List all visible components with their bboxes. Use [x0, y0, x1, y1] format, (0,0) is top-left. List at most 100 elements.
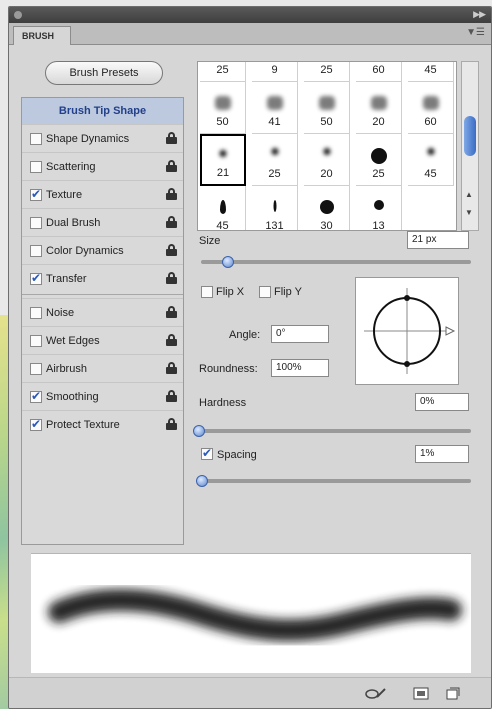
new-brush-icon[interactable] — [445, 687, 461, 700]
brush-tip-45[interactable]: 45 — [408, 134, 454, 186]
brush-tip-9[interactable]: 9 — [252, 62, 298, 82]
brush-size-label: 131 — [265, 220, 284, 231]
option-shape-dynamics[interactable]: Shape Dynamics — [22, 124, 183, 152]
brush-tip-25[interactable]: 25 — [200, 62, 246, 82]
flip-y-checkbox[interactable] — [259, 286, 271, 298]
brush-tip-25[interactable]: 25 — [356, 134, 402, 186]
close-icon[interactable] — [14, 11, 22, 19]
brush-shape-icon — [319, 200, 334, 214]
option-scattering[interactable]: Scattering — [22, 152, 183, 180]
option-checkbox[interactable] — [30, 389, 42, 403]
lock-icon[interactable] — [166, 188, 177, 200]
panel-menu-icon[interactable]: ▼☰ — [466, 27, 485, 38]
scroll-up-icon[interactable]: ▲ — [465, 190, 473, 199]
lock-icon[interactable] — [166, 362, 177, 374]
lock-icon[interactable] — [166, 418, 177, 430]
lock-icon[interactable] — [166, 216, 177, 228]
brush-presets-button[interactable]: Brush Presets — [45, 61, 163, 85]
scroll-down-icon[interactable]: ▼ — [465, 208, 473, 217]
option-checkbox[interactable] — [30, 271, 42, 285]
roundness-field[interactable]: 100% — [271, 359, 329, 377]
option-label: Airbrush — [46, 363, 87, 375]
brush-tip-shape-item[interactable]: Brush Tip Shape — [22, 98, 183, 124]
brush-size-label: 25 — [320, 64, 333, 76]
brush-size-label: 45 — [216, 220, 229, 231]
lock-icon[interactable] — [166, 306, 177, 318]
size-slider[interactable] — [201, 260, 471, 264]
option-checkbox[interactable] — [30, 161, 42, 173]
brush-shape-icon — [219, 200, 226, 214]
option-noise[interactable]: Noise — [22, 298, 183, 326]
brush-tip-131[interactable]: 131 — [252, 186, 298, 231]
option-color-dynamics[interactable]: Color Dynamics — [22, 236, 183, 264]
brush-shape-icon — [318, 96, 335, 110]
brush-size-label: 25 — [268, 168, 281, 180]
option-wet-edges[interactable]: Wet Edges — [22, 326, 183, 354]
lock-icon[interactable] — [166, 272, 177, 284]
grid-scrollbar[interactable]: ▲ ▼ — [461, 61, 479, 231]
brush-tip-20[interactable]: 20 — [356, 82, 402, 134]
spacing-slider[interactable] — [199, 479, 471, 483]
option-dual-brush[interactable]: Dual Brush — [22, 208, 183, 236]
brush-tip-50[interactable]: 50 — [304, 82, 350, 134]
brush-tip-30[interactable]: 30 — [304, 186, 350, 230]
lock-icon[interactable] — [166, 334, 177, 346]
brush-size-label: 20 — [320, 168, 333, 180]
tab-brush[interactable]: BRUSH — [13, 26, 71, 45]
lock-icon[interactable] — [166, 160, 177, 172]
option-label: Color Dynamics — [46, 245, 124, 257]
size-label: Size — [199, 235, 221, 247]
option-airbrush[interactable]: Airbrush — [22, 354, 183, 382]
brush-tip-20[interactable]: 20 — [304, 134, 350, 186]
brush-tip-21[interactable]: 21 — [200, 134, 246, 186]
brush-tip-25[interactable]: 25 — [304, 62, 350, 82]
size-field[interactable]: 21 px — [407, 231, 469, 249]
brush-tip-25[interactable]: 25 — [252, 134, 298, 186]
option-transfer[interactable]: Transfer — [22, 264, 183, 292]
brush-tip-13[interactable]: 13 — [356, 186, 402, 230]
option-label: Transfer — [46, 273, 87, 285]
option-protect-texture[interactable]: Protect Texture — [22, 410, 183, 438]
brush-tip-41[interactable]: 41 — [252, 82, 298, 134]
spacing-field[interactable]: 1% — [415, 445, 469, 463]
option-smoothing[interactable]: Smoothing — [22, 382, 183, 410]
option-checkbox[interactable] — [30, 363, 42, 375]
spacing-slider-knob[interactable] — [195, 475, 208, 487]
angle-roundness-widget[interactable] — [355, 277, 459, 385]
panel-titlebar[interactable]: ▶▶ — [9, 7, 491, 23]
brush-tip-grid: 25 9 25 60 45 50 41 50 20 60 21 25 20 25 45 45 131 30 13 — [197, 61, 457, 231]
option-checkbox[interactable] — [30, 133, 42, 145]
option-checkbox[interactable] — [30, 417, 42, 431]
collapse-icon[interactable]: ▶▶ — [473, 9, 486, 20]
spacing-checkbox[interactable] — [201, 446, 213, 460]
hardness-slider-knob[interactable] — [193, 425, 205, 437]
lock-icon[interactable] — [166, 244, 177, 256]
lock-icon[interactable] — [166, 390, 177, 402]
size-slider-knob[interactable] — [222, 256, 234, 268]
scrollbar-thumb[interactable] — [464, 116, 476, 156]
brush-size-label: 20 — [372, 116, 385, 128]
angle-field[interactable]: 0° — [271, 325, 329, 343]
flip-x-label: Flip X — [216, 286, 245, 298]
option-checkbox[interactable] — [30, 307, 42, 319]
flip-y-label: Flip Y — [274, 286, 302, 298]
brush-tip-45[interactable]: 45 — [200, 186, 246, 231]
brush-tip-60[interactable]: 60 — [408, 82, 454, 134]
brush-preset-grid-icon[interactable] — [413, 687, 429, 700]
brush-tip-45[interactable]: 45 — [408, 62, 454, 82]
option-checkbox[interactable] — [30, 335, 42, 347]
hardness-slider[interactable] — [199, 429, 471, 433]
brush-tip-50[interactable]: 50 — [200, 82, 246, 134]
option-checkbox[interactable] — [30, 217, 42, 229]
brush-tip-60[interactable]: 60 — [356, 62, 402, 82]
brush-stroke-preview — [31, 553, 471, 673]
lock-icon[interactable] — [166, 132, 177, 144]
brush-shape-icon — [370, 148, 387, 164]
option-checkbox[interactable] — [30, 187, 42, 201]
flip-x-checkbox[interactable] — [201, 286, 213, 298]
option-texture[interactable]: Texture — [22, 180, 183, 208]
hardness-field[interactable]: 0% — [415, 393, 469, 411]
option-checkbox[interactable] — [30, 245, 42, 257]
option-label: Noise — [46, 307, 75, 319]
toggle-live-tip-icon[interactable] — [365, 687, 387, 700]
